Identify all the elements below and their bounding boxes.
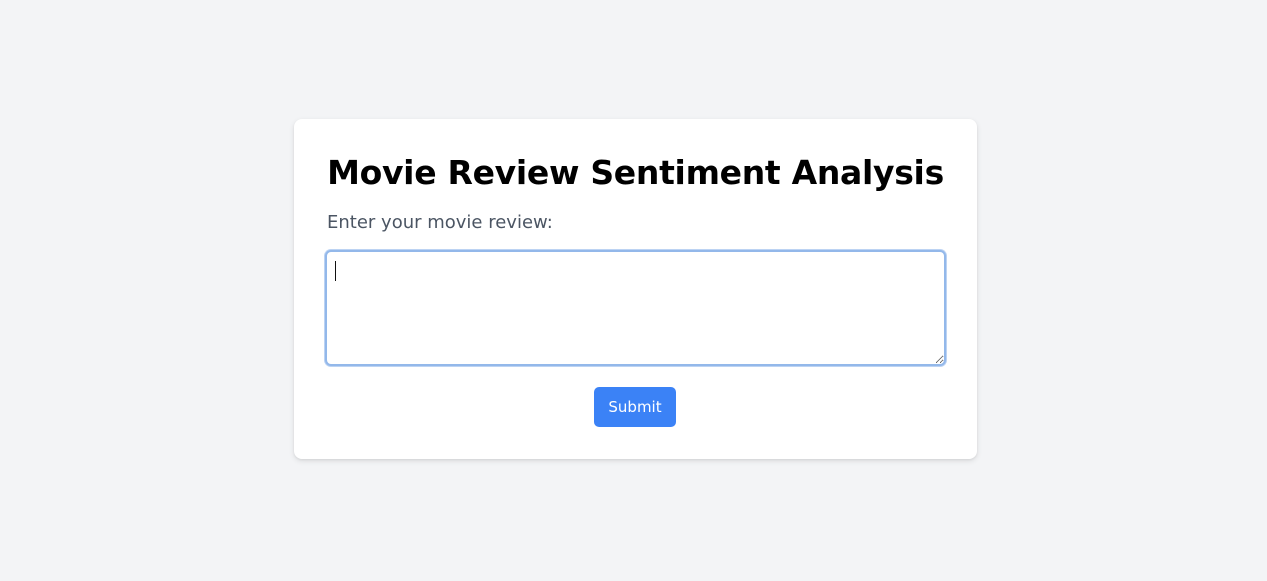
review-input[interactable]	[325, 250, 946, 366]
review-card: Movie Review Sentiment Analysis Enter yo…	[294, 119, 977, 459]
text-caret	[335, 261, 336, 281]
review-label: Enter your movie review:	[327, 212, 553, 233]
submit-button[interactable]: Submit	[594, 387, 676, 427]
page-title: Movie Review Sentiment Analysis	[327, 153, 944, 192]
